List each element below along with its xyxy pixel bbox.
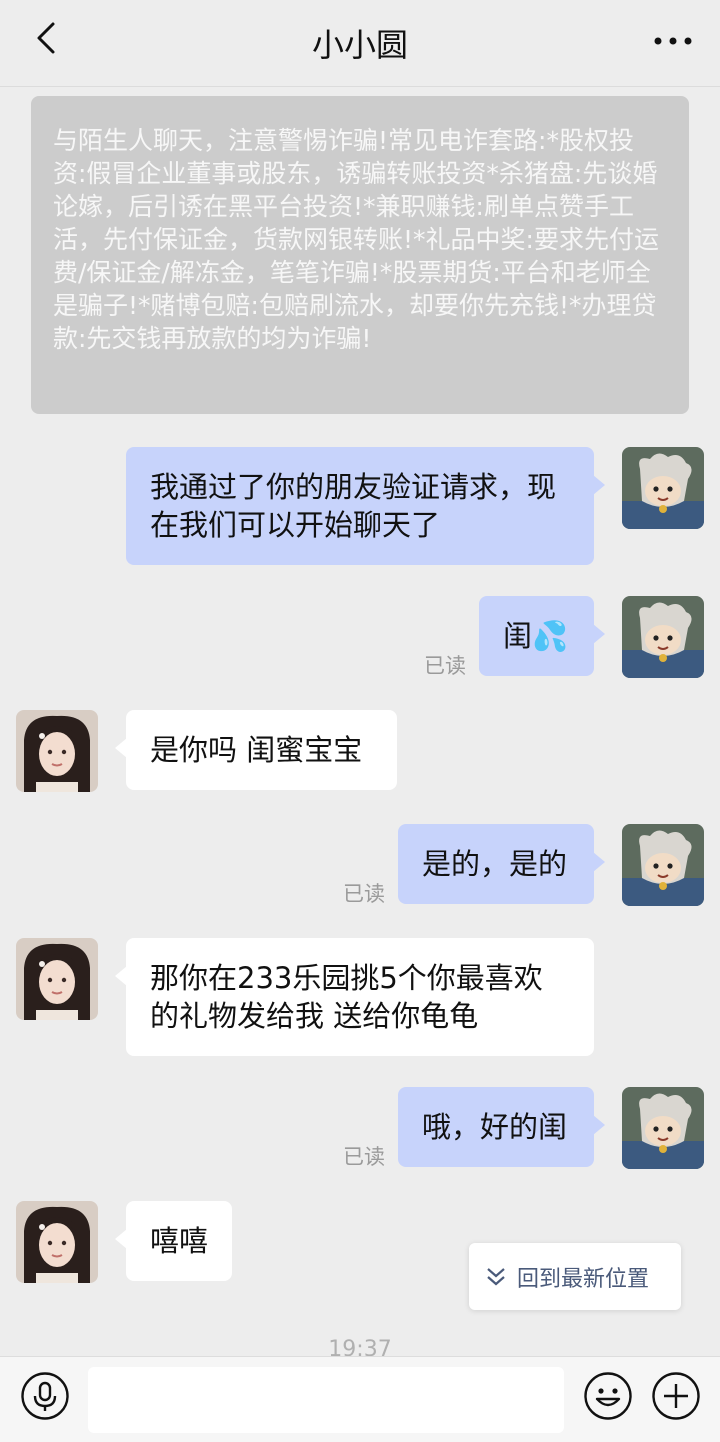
contact-avatar[interactable] <box>16 710 98 792</box>
read-status: 已读 <box>343 1145 385 1169</box>
message-bubble-received[interactable]: 是你吗 闺蜜宝宝 <box>115 710 397 790</box>
message-timestamp: 19:37 <box>328 1337 392 1356</box>
my-avatar[interactable] <box>622 1087 704 1169</box>
input-bar <box>0 1356 720 1442</box>
emoji-icon <box>583 1372 633 1425</box>
anti-fraud-notice: 与陌生人聊天，注意警惕诈骗!常见电诈套路:*股权投资:假冒企业董事或股东，诱骗转… <box>31 96 689 414</box>
microphone-icon <box>20 1372 70 1425</box>
double-chevron-down-icon <box>485 1266 507 1288</box>
more-functions-button[interactable] <box>651 1371 701 1421</box>
my-avatar[interactable] <box>622 447 704 529</box>
my-avatar[interactable] <box>622 596 704 678</box>
voice-input-button[interactable] <box>20 1371 70 1421</box>
message-bubble-sent[interactable]: 哦，好的闺 <box>398 1087 605 1167</box>
read-status: 已读 <box>424 654 466 678</box>
message-bubble-received[interactable]: 嘻嘻 <box>115 1201 232 1281</box>
message-input[interactable] <box>88 1367 564 1433</box>
message-bubble-sent[interactable]: 我通过了你的朋友验证请求，现在我们可以开始聊天了 <box>126 447 605 565</box>
chat-title: 小小圆 <box>311 26 408 64</box>
emoji-button[interactable] <box>583 1371 633 1421</box>
message-bubble-received[interactable]: 那你在233乐园挑5个你最喜欢的礼物发给我 送给你龟龟 <box>115 938 594 1056</box>
message-bubble-sent[interactable]: 闺💦 <box>479 596 605 676</box>
read-status: 已读 <box>343 882 385 906</box>
contact-avatar[interactable] <box>16 938 98 1020</box>
chat-header: 小小圆 <box>0 0 720 87</box>
message-list[interactable]: 与陌生人聊天，注意警惕诈骗!常见电诈套路:*股权投资:假冒企业董事或股东，诱骗转… <box>0 86 720 1356</box>
my-avatar[interactable] <box>622 824 704 906</box>
contact-avatar[interactable] <box>16 1201 98 1283</box>
message-bubble-sent[interactable]: 是的，是的 <box>398 824 605 904</box>
jump-to-latest-label: 回到最新位置 <box>517 1266 650 1292</box>
more-dots-icon <box>653 31 693 50</box>
more-options-button[interactable] <box>648 22 698 58</box>
jump-to-latest-button[interactable]: 回到最新位置 <box>469 1243 681 1310</box>
plus-icon <box>651 1372 701 1425</box>
